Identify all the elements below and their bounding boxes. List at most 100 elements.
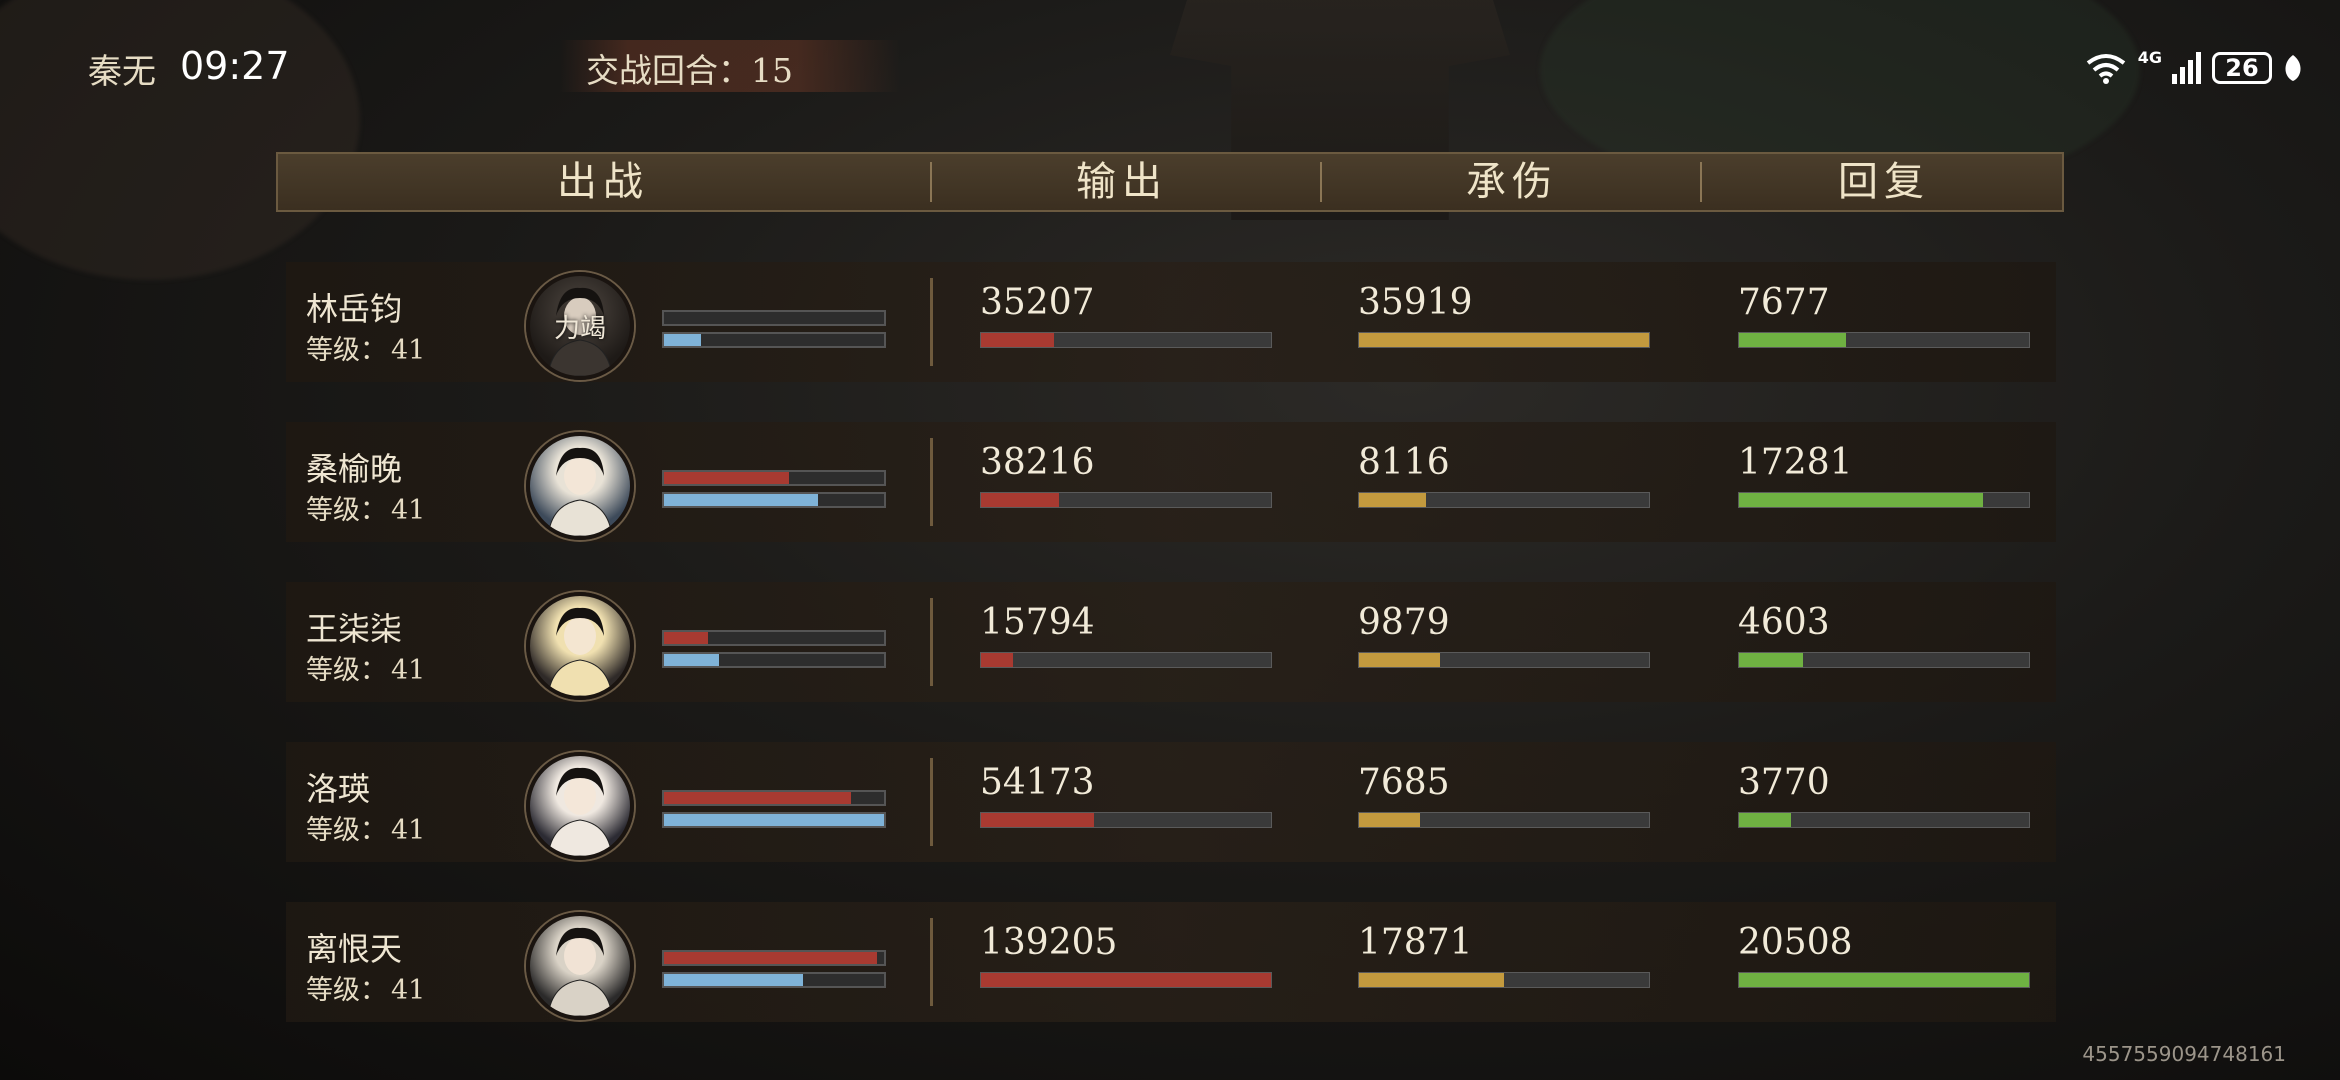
output-value: 139205 [980,922,1118,963]
battery-icon: 26 [2212,52,2272,84]
header-heal: 回复 [1838,159,1930,205]
mp-bar [662,812,886,828]
level-label: 等级： [306,815,387,846]
header-deploy: 出战 [557,159,649,205]
portrait-figure [547,767,613,856]
character-level: 等级： 41 [306,808,425,847]
system-icons: 4G 26 [2084,48,2304,88]
character-row: 离恨天 等级： 41 139205 17871 20508 [286,902,2056,1022]
portrait-figure [547,927,613,1016]
output-value: 15794 [980,602,1095,643]
level-label: 等级： [306,495,387,526]
output-bar [980,652,1272,668]
mp-bar-fill [664,654,719,666]
damage-taken-bar [1358,972,1650,988]
heal-bar-fill [1739,493,1983,507]
mp-bar [662,492,886,508]
damage-taken-value: 7685 [1358,762,1450,803]
network-type: 4G [2137,48,2162,67]
heal-bar-fill [1739,653,1803,667]
row-divider [930,438,933,526]
status-bar: 秦无 09:27 交战回合：15 4G 26 [0,0,2340,140]
character-portrait[interactable] [526,432,634,540]
header-output: 输出 [1076,159,1168,205]
leaf-icon [2285,55,2301,81]
character-portrait[interactable] [526,752,634,860]
damage-taken-bar [1358,652,1650,668]
heal-value: 4603 [1738,602,1830,643]
character-portrait[interactable]: 力竭 [526,272,634,380]
damage-taken-bar-fill [1359,973,1504,987]
damage-taken-bar [1358,812,1650,828]
output-bar [980,812,1272,828]
character-name: 离恨天 [306,930,403,968]
hp-bar-fill [664,472,790,484]
heal-bar-fill [1739,813,1792,827]
output-bar-fill [981,653,1013,667]
wifi-icon [2086,54,2125,84]
character-level: 等级： 41 [306,968,425,1007]
character-row: 洛瑛 等级： 41 54173 7685 3770 [286,742,2056,862]
mp-bar-fill [664,334,702,346]
character-name: 林岳钧 [306,290,403,328]
player-name: 秦无 [88,52,156,92]
output-bar [980,332,1272,348]
damage-taken-bar [1358,492,1650,508]
character-name: 王柒柒 [306,610,403,648]
heal-bar [1738,812,2030,828]
character-row: 王柒柒 等级： 41 15794 9879 4603 [286,582,2056,702]
row-divider [930,278,933,366]
clock: 09:27 [180,44,290,88]
character-portrait[interactable] [526,912,634,1020]
output-bar-fill [981,973,1271,987]
hp-bar [662,790,886,806]
level-value: 41 [391,495,426,526]
damage-taken-bar-fill [1359,493,1426,507]
heal-value: 17281 [1738,442,1853,483]
mp-bar-fill [664,814,884,826]
heal-bar [1738,492,2030,508]
exhausted-label: 力竭 [553,314,606,344]
hp-bar-fill [664,952,878,964]
mp-bar [662,652,886,668]
hp-bar-fill [664,632,708,644]
heal-value: 7677 [1738,282,1830,323]
mp-bar-fill [664,974,803,986]
output-value: 38216 [980,442,1095,483]
level-label: 等级： [306,655,387,686]
heal-value: 3770 [1738,762,1830,803]
hp-bar-fill [664,792,851,804]
output-bar [980,492,1272,508]
output-bar-fill [981,813,1095,827]
level-value: 41 [391,655,426,686]
character-row: 桑榆晚 等级： 41 38216 8116 17281 [286,422,2056,542]
heal-bar-fill [1739,333,1847,347]
character-level: 等级： 41 [306,488,425,527]
hp-bar [662,950,886,966]
character-portrait[interactable] [526,592,634,700]
damage-taken-value: 8116 [1358,442,1450,483]
damage-taken-value: 17871 [1358,922,1473,963]
level-label: 等级： [306,335,387,366]
mp-bar [662,972,886,988]
heal-value: 20508 [1738,922,1853,963]
battle-round-label: 交战回合：15 [586,51,793,90]
output-bar-fill [981,333,1054,347]
stats-header: 出战 输出 承伤 回复 [276,152,2064,212]
damage-taken-value: 9879 [1358,602,1450,643]
portrait-figure [547,447,613,536]
level-label: 等级： [306,975,387,1006]
character-level: 等级： 41 [306,328,425,367]
output-bar-fill [981,493,1060,507]
output-value: 35207 [980,282,1095,323]
character-name: 桑榆晚 [306,450,403,488]
watermark-id: 4557559094748161 [2082,1042,2286,1066]
signal-icon [2172,52,2201,84]
hp-bar [662,470,886,486]
output-bar [980,972,1272,988]
mp-bar-fill [664,494,818,506]
mp-bar [662,332,886,348]
header-damage-taken: 承伤 [1466,159,1558,205]
level-value: 41 [391,335,426,366]
row-divider [930,918,933,1006]
